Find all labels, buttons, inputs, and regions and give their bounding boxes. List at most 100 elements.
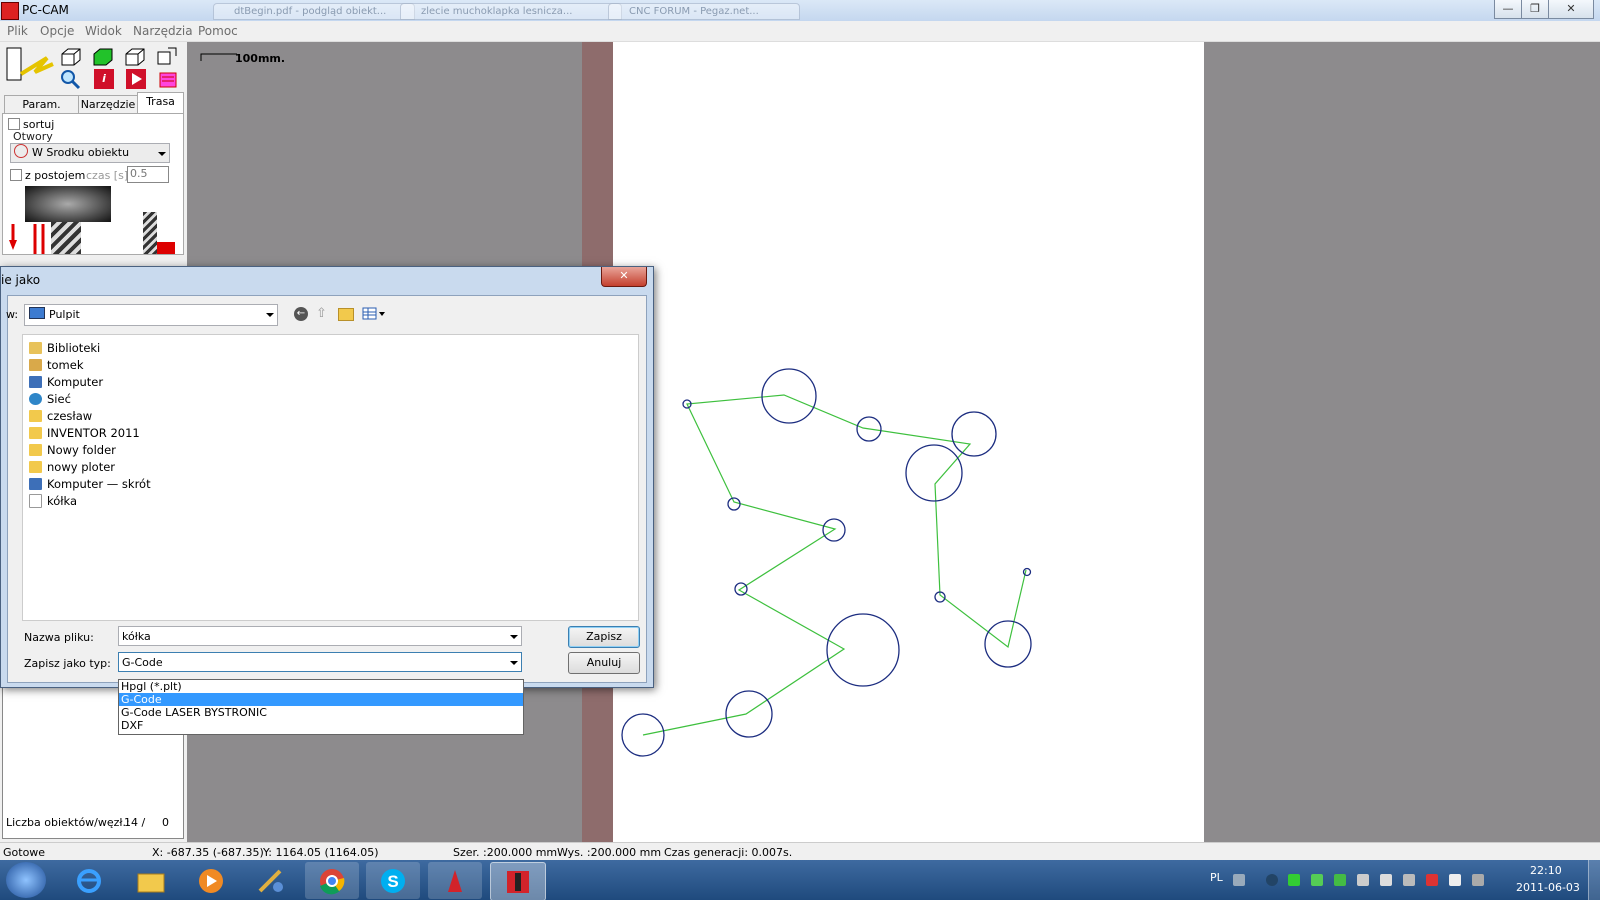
volume-icon[interactable] bbox=[1380, 874, 1392, 886]
folder-icon bbox=[29, 460, 42, 473]
folder-icon bbox=[29, 443, 42, 456]
item-label: czesław bbox=[47, 408, 93, 423]
menu-opcje[interactable]: Opcje bbox=[40, 24, 74, 38]
view-edit-icon[interactable] bbox=[156, 46, 177, 66]
list-item[interactable]: tomek bbox=[29, 356, 83, 373]
location-select[interactable]: Pulpit bbox=[24, 304, 278, 326]
status-ready: Gotowe bbox=[3, 846, 46, 859]
new-folder-icon[interactable] bbox=[338, 308, 354, 321]
tray-green-icon[interactable] bbox=[1334, 874, 1346, 886]
chevron-down-icon bbox=[266, 313, 274, 317]
media-player-icon[interactable] bbox=[184, 862, 238, 899]
hole-circle[interactable] bbox=[1022, 567, 1032, 577]
hole-circle[interactable] bbox=[826, 613, 900, 687]
show-desktop-button[interactable] bbox=[1588, 860, 1600, 900]
tab-narzedzie[interactable]: Narzędzie bbox=[78, 95, 138, 114]
background-tab[interactable]: dtBegin.pdf - podgląd obiekt... bbox=[213, 3, 415, 20]
file-list[interactable]: Biblioteki tomek Komputer Sieć czesław I… bbox=[22, 334, 639, 621]
autocad-icon[interactable] bbox=[428, 862, 482, 899]
close-button[interactable]: ✕ bbox=[1548, 0, 1594, 19]
tray-status-icon[interactable] bbox=[1288, 874, 1300, 886]
holes-mode-select[interactable]: W Srodku obiektu bbox=[10, 143, 170, 163]
back-icon[interactable]: ← bbox=[294, 307, 308, 321]
hole-circle[interactable] bbox=[725, 690, 773, 738]
background-tab[interactable]: zlecie muchoklapka lesnicza... bbox=[400, 3, 622, 20]
time-input[interactable]: 0.5 bbox=[127, 166, 169, 183]
item-label: kółka bbox=[47, 493, 78, 508]
list-item[interactable]: Biblioteki bbox=[29, 339, 100, 356]
filename-input[interactable]: kółka bbox=[118, 626, 522, 646]
sort-checkbox[interactable] bbox=[8, 118, 20, 130]
language-indicator[interactable]: PL bbox=[1210, 871, 1223, 884]
filetype-option[interactable]: DXF bbox=[119, 719, 523, 732]
hole-circle[interactable] bbox=[905, 444, 963, 502]
tray-app-icon[interactable] bbox=[1266, 874, 1278, 886]
keyboard-tray-icon[interactable] bbox=[1233, 874, 1245, 886]
list-item[interactable]: Sieć bbox=[29, 390, 71, 407]
clock-time[interactable]: 22:10 bbox=[1530, 864, 1562, 877]
menu-plik[interactable]: Plik bbox=[7, 24, 28, 38]
menu-pomoc[interactable]: Pomoc bbox=[198, 24, 238, 38]
filename-label: Nazwa pliku: bbox=[24, 631, 94, 644]
filetype-option[interactable]: G-Code LASER BYSTRONIC bbox=[119, 706, 523, 719]
hole-circle[interactable] bbox=[727, 497, 741, 511]
hole-circle[interactable] bbox=[984, 620, 1032, 668]
filetype-option-selected[interactable]: G-Code bbox=[119, 693, 523, 706]
hole-circle[interactable] bbox=[951, 411, 997, 457]
filetype-dropdown[interactable]: Hpgl (*.plt) G-Code G-Code LASER BYSTRON… bbox=[118, 679, 524, 735]
dwell-checkbox[interactable] bbox=[10, 169, 22, 181]
display-icon[interactable] bbox=[1403, 874, 1415, 886]
list-item[interactable]: Komputer — skrót bbox=[29, 475, 151, 492]
clock-date[interactable]: 2011-06-03 bbox=[1516, 881, 1580, 894]
action-center-flag-icon[interactable] bbox=[1426, 874, 1438, 886]
zoom-icon[interactable] bbox=[58, 68, 81, 90]
chrome-icon[interactable] bbox=[305, 862, 359, 899]
list-item[interactable]: kółka bbox=[29, 492, 77, 509]
view-box-icon[interactable] bbox=[124, 46, 145, 66]
view-solid-icon[interactable] bbox=[92, 46, 113, 66]
explorer-icon[interactable] bbox=[124, 862, 178, 899]
list-item[interactable]: czesław bbox=[29, 407, 92, 424]
paint-tool-icon[interactable] bbox=[244, 862, 298, 899]
filetype-select[interactable]: G-Code bbox=[118, 652, 522, 672]
tray-check-icon[interactable] bbox=[1311, 874, 1323, 886]
filename-value: kółka bbox=[122, 630, 151, 643]
ie-icon[interactable] bbox=[62, 862, 116, 899]
up-folder-icon[interactable]: ⇧ bbox=[316, 306, 330, 322]
skype-icon[interactable]: S bbox=[366, 862, 420, 899]
list-item[interactable]: nowy ploter bbox=[29, 458, 115, 475]
list-item[interactable]: Nowy folder bbox=[29, 441, 116, 458]
save-button[interactable]: Zapisz bbox=[568, 626, 640, 648]
dialog-close-button[interactable]: ✕ bbox=[601, 267, 647, 287]
start-button[interactable] bbox=[6, 862, 46, 898]
signal-icon[interactable] bbox=[1472, 874, 1484, 886]
power-icon[interactable] bbox=[1449, 874, 1461, 886]
menu-narzedzia[interactable]: Narzędzia bbox=[133, 24, 193, 38]
layers-icon[interactable] bbox=[158, 69, 178, 89]
cancel-button[interactable]: Anuluj bbox=[568, 652, 640, 674]
chevron-down-icon bbox=[158, 152, 166, 156]
background-tab[interactable]: CNC FORUM - Pegaz.net... bbox=[608, 3, 800, 20]
tray-network-icon[interactable] bbox=[1357, 874, 1369, 886]
drill-bit-icon bbox=[51, 222, 81, 254]
list-item[interactable]: INVENTOR 2011 bbox=[29, 424, 140, 441]
list-item[interactable]: Komputer bbox=[29, 373, 103, 390]
play-icon[interactable] bbox=[126, 69, 146, 89]
view-wire-icon[interactable] bbox=[60, 46, 81, 66]
material-icon bbox=[157, 242, 175, 254]
filetype-option[interactable]: Hpgl (*.plt) bbox=[119, 680, 523, 693]
info-icon[interactable]: i bbox=[94, 69, 114, 89]
minimize-button[interactable]: — bbox=[1494, 0, 1522, 19]
item-label: Komputer — skrót bbox=[47, 476, 151, 491]
view-menu-icon[interactable] bbox=[362, 307, 385, 320]
drawing-sheet[interactable] bbox=[613, 42, 1204, 842]
menu-widok[interactable]: Widok bbox=[85, 24, 122, 38]
chevron-down-icon bbox=[510, 661, 518, 665]
status-height: Wys. :200.000 mm bbox=[557, 846, 662, 859]
tab-trasa[interactable]: Trasa bbox=[137, 92, 184, 113]
tab-param-mech[interactable]: Param. mech. bbox=[4, 95, 79, 128]
generate-tool-icon[interactable] bbox=[5, 46, 55, 88]
time-label: czas [s] bbox=[86, 169, 129, 182]
pccam-taskbar-icon[interactable] bbox=[490, 862, 546, 901]
maximize-button[interactable]: ❐ bbox=[1521, 0, 1549, 19]
